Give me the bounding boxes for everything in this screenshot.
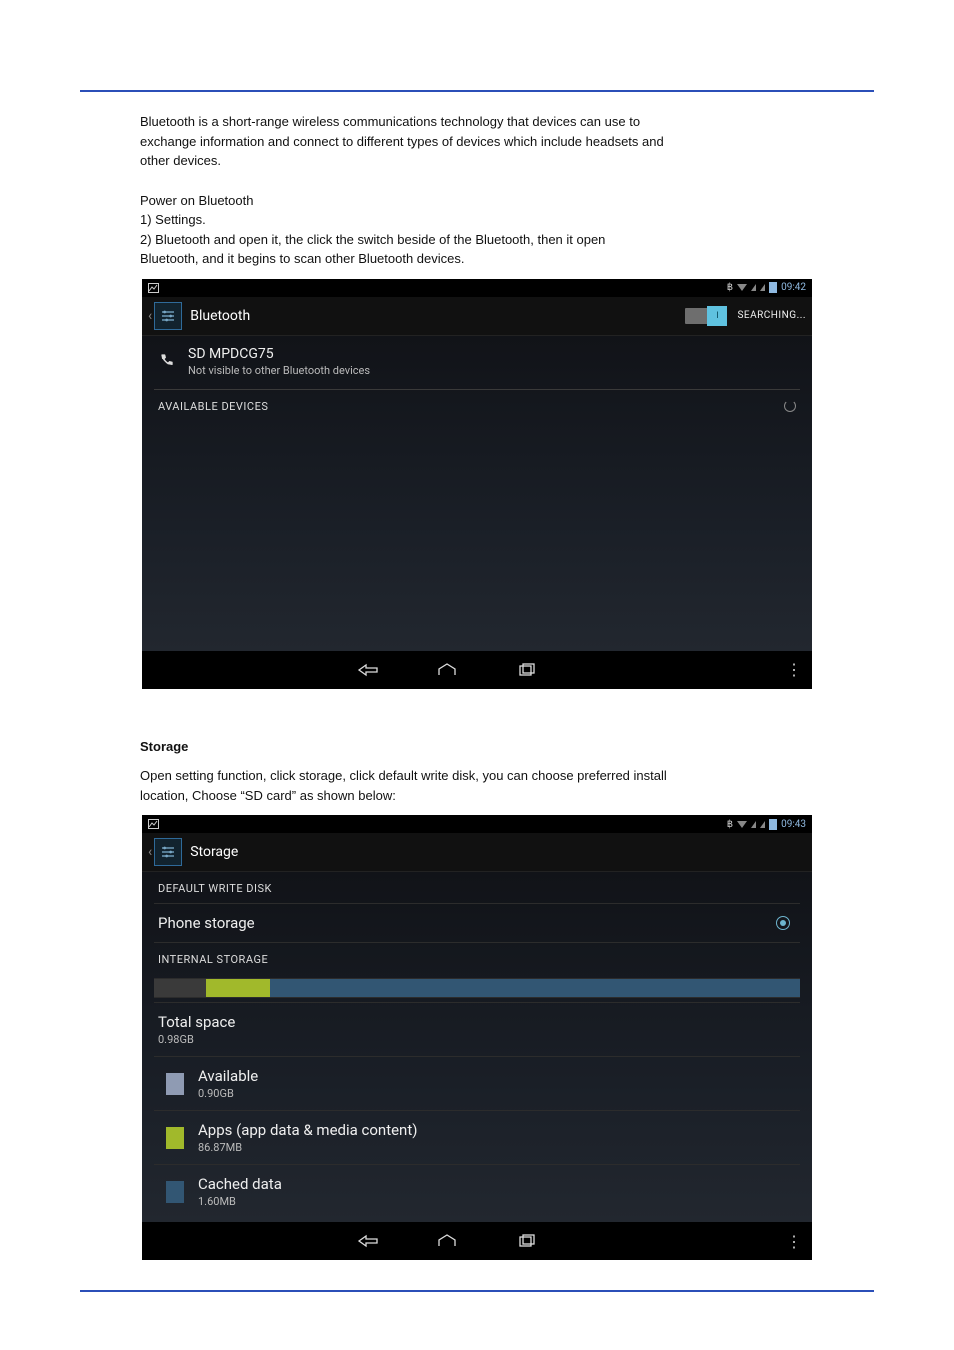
text: Open setting function, click storage, cl… <box>140 768 667 783</box>
apps-row[interactable]: Apps (app data & media content) 86.87MB <box>154 1110 800 1164</box>
total-space-label: Total space <box>158 1013 796 1031</box>
nav-recent-button[interactable] <box>517 1234 597 1248</box>
device-visibility-text: Not visible to other Bluetooth devices <box>188 364 796 377</box>
wifi-icon <box>737 284 747 291</box>
available-row[interactable]: Available 0.90GB <box>154 1056 800 1110</box>
signal-icon <box>751 821 756 828</box>
doc-paragraph-storage: Open setting function, click storage, cl… <box>140 766 834 805</box>
battery-icon <box>769 819 777 830</box>
radio-selected-icon[interactable] <box>776 916 790 930</box>
action-bar-title: Storage <box>190 844 806 860</box>
nav-bar: ⋮ <box>142 651 812 689</box>
battery-icon <box>769 282 777 293</box>
text: 1) Settings. <box>140 212 206 227</box>
bluetooth-toggle[interactable]: I <box>685 308 727 324</box>
available-devices-header: AVAILABLE DEVICES <box>154 398 800 421</box>
action-bar-title: Bluetooth <box>190 308 685 324</box>
text: other devices. <box>140 153 221 168</box>
nav-recent-button[interactable] <box>517 663 597 677</box>
signal-icon-2 <box>760 284 765 291</box>
doc-heading-bt-on: Power on Bluetooth 1) Settings. 2) Bluet… <box>140 191 834 269</box>
cached-row[interactable]: Cached data 1.60MB <box>154 1164 800 1218</box>
bottom-rule <box>80 1290 874 1292</box>
picture-icon <box>148 819 159 829</box>
bluetooth-content: SD MPDCG75 Not visible to other Bluetoot… <box>142 336 812 651</box>
internal-storage-header: INTERNAL STORAGE <box>154 942 800 974</box>
status-bar: ฿ 09:42 <box>142 279 812 297</box>
section-label: AVAILABLE DEVICES <box>158 400 268 413</box>
total-space-value: 0.98GB <box>158 1033 796 1046</box>
picture-icon <box>148 283 159 293</box>
text: as shown below: <box>300 788 396 803</box>
storage-usage-bar <box>154 978 800 998</box>
available-value: 0.90GB <box>198 1087 796 1100</box>
device-name-text: SD MPDCG75 <box>188 346 796 362</box>
nav-back-button[interactable] <box>357 1234 437 1248</box>
text: Bluetooth, and it begins to scan other B… <box>140 251 465 266</box>
spinner-icon <box>784 400 796 412</box>
text: Bluetooth is a short-range wireless comm… <box>140 114 640 129</box>
top-rule <box>80 90 874 92</box>
total-space-row[interactable]: Total space 0.98GB <box>154 1002 800 1056</box>
doc-heading-storage: Storage <box>140 737 834 757</box>
storage-content: DEFAULT WRITE DISK Phone storage INTERNA… <box>142 872 812 1222</box>
action-bar: ‹ Bluetooth I SEARCHING... <box>142 297 812 336</box>
phone-storage-row[interactable]: Phone storage <box>154 903 800 942</box>
apps-value: 86.87MB <box>198 1141 796 1154</box>
action-bar-2: ‹ Storage <box>142 833 812 872</box>
nav-back-button[interactable] <box>357 663 437 677</box>
section-label: DEFAULT WRITE DISK <box>158 882 272 895</box>
nav-home-button[interactable] <box>437 663 517 677</box>
text: location, Choose <box>140 788 237 803</box>
bar-segment-other <box>154 979 206 997</box>
status-clock: 09:42 <box>781 282 806 293</box>
cached-label: Cached data <box>198 1175 796 1193</box>
color-swatch-apps <box>166 1127 184 1149</box>
color-swatch-available <box>166 1073 184 1095</box>
text: exchange information and connect to diff… <box>140 134 664 149</box>
status-bar-2: ฿ 09:43 <box>142 815 812 833</box>
bluetooth-status-icon: ฿ <box>727 819 733 830</box>
sdcard-quoted: SD card <box>245 788 292 803</box>
toggle-knob: I <box>707 306 727 326</box>
signal-icon <box>751 284 756 291</box>
nav-home-button[interactable] <box>437 1234 517 1248</box>
nav-bar-2: ⋮ <box>142 1222 812 1260</box>
signal-icon-2 <box>760 821 765 828</box>
text: 2) Bluetooth and open it, the click the … <box>140 232 605 247</box>
bar-segment-free <box>270 979 800 997</box>
phone-storage-label: Phone storage <box>158 914 770 932</box>
this-device-row[interactable]: SD MPDCG75 Not visible to other Bluetoot… <box>154 336 800 387</box>
cached-value: 1.60MB <box>198 1195 796 1208</box>
searching-text: SEARCHING... <box>737 310 806 321</box>
screenshot-bluetooth: ฿ 09:42 ‹ Bluetooth I SEARCHING... <box>142 279 812 689</box>
section-label: INTERNAL STORAGE <box>158 953 268 966</box>
apps-label: Apps (app data & media content) <box>198 1121 796 1139</box>
color-swatch-cached <box>166 1181 184 1203</box>
nav-overflow-button[interactable]: ⋮ <box>786 1222 804 1260</box>
doc-paragraph-bt-intro: Bluetooth is a short-range wireless comm… <box>140 112 834 171</box>
status-clock: 09:43 <box>781 819 806 830</box>
empty-device-list <box>154 421 800 641</box>
settings-icon[interactable] <box>154 302 182 330</box>
storage-heading: Storage <box>140 739 188 754</box>
nav-overflow-button[interactable]: ⋮ <box>786 651 804 689</box>
screenshot-storage: ฿ 09:43 ‹ Storage DEFAULT WRITE DISK Pho… <box>142 815 812 1260</box>
wifi-icon <box>737 821 747 828</box>
settings-icon[interactable] <box>154 838 182 866</box>
available-label: Available <box>198 1067 796 1085</box>
text: Power on Bluetooth <box>140 193 253 208</box>
default-disk-header: DEFAULT WRITE DISK <box>154 872 800 903</box>
bluetooth-status-icon: ฿ <box>727 282 733 293</box>
phone-icon <box>158 353 188 369</box>
bar-segment-apps <box>206 979 271 997</box>
